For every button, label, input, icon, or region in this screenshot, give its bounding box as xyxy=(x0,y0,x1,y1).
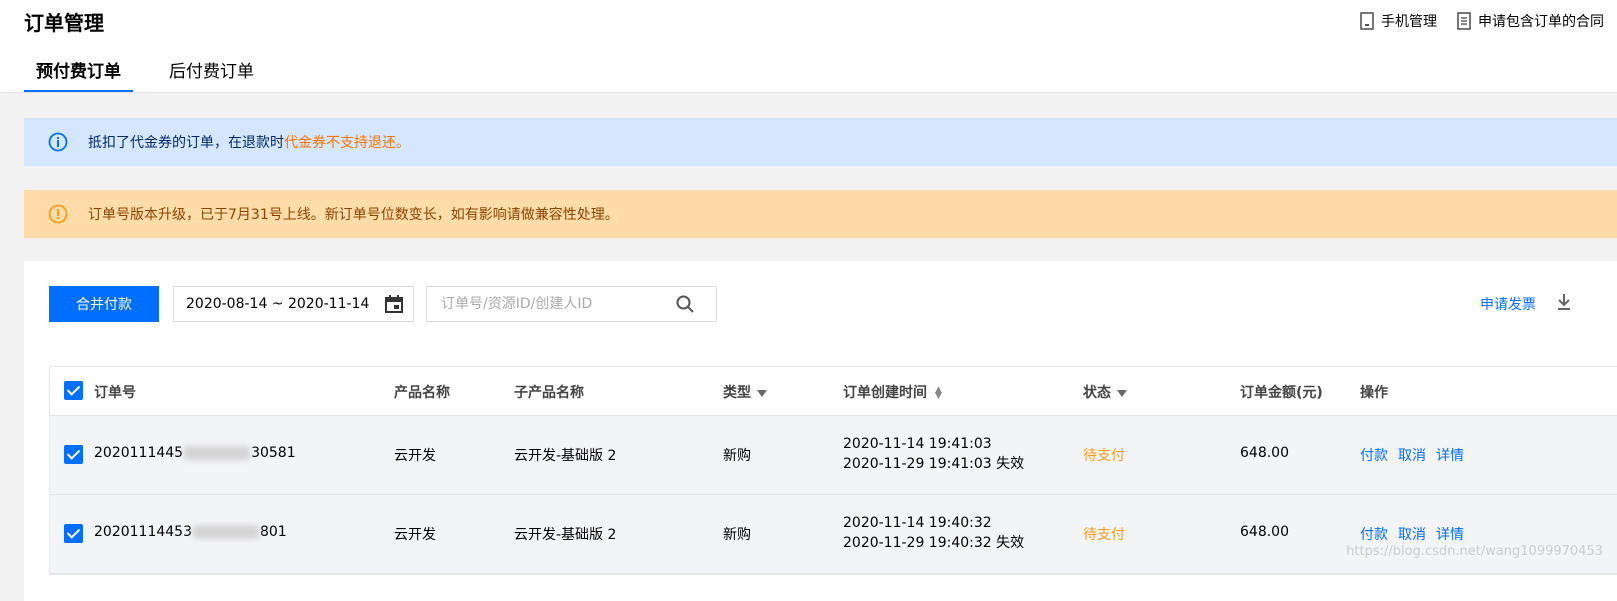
info-icon xyxy=(48,132,68,152)
product-name: 云开发 xyxy=(394,448,436,464)
created-time: 2020-11-14 19:40:32 2020-11-29 19:40:32 … xyxy=(843,513,1024,553)
order-id-prefix: 2020111445 xyxy=(94,445,184,461)
search-box xyxy=(426,286,717,322)
col-actions: 操作 xyxy=(1360,385,1388,401)
pay-link[interactable]: 付款 xyxy=(1360,527,1388,543)
order-id-suffix: 30581 xyxy=(251,445,296,461)
top-bar: 订单管理 手机管理 申请包含订单的合同 预付费订单 后付费订单 xyxy=(0,0,1617,93)
col-product: 产品名称 xyxy=(394,385,450,401)
tab-prepaid[interactable]: 预付费订单 xyxy=(24,58,133,92)
redacted-mask xyxy=(192,525,259,539)
cancel-link[interactable]: 取消 xyxy=(1398,448,1426,464)
warning-icon xyxy=(48,204,68,224)
merge-pay-button[interactable]: 合并付款 xyxy=(49,286,159,322)
order-type: 新购 xyxy=(723,527,751,543)
select-all-checkbox[interactable] xyxy=(64,381,83,400)
redacted-mask xyxy=(184,446,251,460)
apply-contract-link[interactable]: 申请包含订单的合同 xyxy=(1457,11,1604,31)
order-id: 2020111445 30581 xyxy=(94,445,296,461)
apply-contract-label: 申请包含订单的合同 xyxy=(1478,14,1604,30)
expires-at: 2020-11-29 19:41:03 失效 xyxy=(843,456,1025,472)
subproduct-name: 云开发-基础版 2 xyxy=(514,448,617,464)
row-checkbox[interactable] xyxy=(64,524,83,543)
apply-invoice-link[interactable]: 申请发票 xyxy=(1480,294,1536,314)
tab-postpaid[interactable]: 后付费订单 xyxy=(157,58,266,92)
col-status-label: 状态 xyxy=(1083,385,1111,401)
detail-link[interactable]: 详情 xyxy=(1436,448,1464,464)
col-status[interactable]: 状态 xyxy=(1083,382,1127,402)
order-tabs: 预付费订单 后付费订单 xyxy=(24,58,290,92)
col-created-label: 订单创建时间 xyxy=(843,385,927,401)
warning-notice: 订单号版本升级，已于7月31号上线。新订单号位数变长，如有影响请做兼容性处理。 xyxy=(24,190,1617,238)
date-range-picker[interactable]: 2020-08-14 ~ 2020-11-14 xyxy=(173,286,414,322)
row-actions: 付款 取消 详情 xyxy=(1360,524,1474,544)
col-type-label: 类型 xyxy=(723,385,751,401)
date-range-value: 2020-08-14 ~ 2020-11-14 xyxy=(186,296,370,312)
warning-notice-text: 订单号版本升级，已于7月31号上线。新订单号位数变长，如有影响请做兼容性处理。 xyxy=(88,207,619,223)
pay-link[interactable]: 付款 xyxy=(1360,448,1388,464)
created-at: 2020-11-14 19:40:32 xyxy=(843,515,992,531)
col-order-id: 订单号 xyxy=(94,385,136,401)
status-text: 待支付 xyxy=(1083,448,1125,464)
cancel-link[interactable]: 取消 xyxy=(1398,527,1426,543)
order-amount: 648.00 xyxy=(1240,445,1289,461)
filter-icon[interactable] xyxy=(757,389,767,397)
created-at: 2020-11-14 19:41:03 xyxy=(843,436,992,452)
calendar-icon xyxy=(385,295,403,313)
subproduct-name: 云开发-基础版 2 xyxy=(514,527,617,543)
header-actions: 手机管理 申请包含订单的合同 xyxy=(1360,11,1617,31)
order-id-suffix: 801 xyxy=(259,524,287,540)
search-icon[interactable] xyxy=(676,295,694,313)
phone-manage-label: 手机管理 xyxy=(1381,14,1437,30)
order-amount: 648.00 xyxy=(1240,524,1289,540)
filter-icon[interactable] xyxy=(1117,389,1127,397)
phone-manage-link[interactable]: 手机管理 xyxy=(1360,11,1437,31)
status-text: 待支付 xyxy=(1083,527,1125,543)
info-notice-text: 抵扣了代金券的订单，在退款时 xyxy=(88,135,284,151)
sort-icon[interactable]: ▲ ▼ xyxy=(935,386,942,401)
product-name: 云开发 xyxy=(394,527,436,543)
row-checkbox[interactable] xyxy=(64,445,83,464)
page-title: 订单管理 xyxy=(24,11,104,35)
detail-link[interactable]: 详情 xyxy=(1436,527,1464,543)
phone-icon xyxy=(1360,12,1374,30)
download-icon[interactable] xyxy=(1556,293,1572,311)
col-created[interactable]: 订单创建时间 ▲ ▼ xyxy=(843,382,942,402)
created-time: 2020-11-14 19:41:03 2020-11-29 19:41:03 … xyxy=(843,434,1024,474)
col-amount: 订单金额(元) xyxy=(1240,385,1323,401)
search-input[interactable] xyxy=(439,295,673,313)
table-row: 2020111445 30581 云开发 云开发-基础版 2 新购 2020-11… xyxy=(50,416,1617,495)
row-actions: 付款 取消 详情 xyxy=(1360,445,1474,465)
table-row: 20201114453 801 云开发 云开发-基础版 2 新购 2020-11-… xyxy=(50,495,1617,574)
col-subproduct: 子产品名称 xyxy=(514,385,584,401)
expires-at: 2020-11-29 19:40:32 失效 xyxy=(843,535,1025,551)
document-icon xyxy=(1457,12,1471,30)
col-type[interactable]: 类型 xyxy=(723,382,767,402)
table-header: 订单号 产品名称 子产品名称 类型 订单创建时间 ▲ ▼ 状态 订单金额(元) 操作 xyxy=(50,367,1617,416)
order-id-prefix: 20201114453 xyxy=(94,524,192,540)
order-type: 新购 xyxy=(723,448,751,464)
watermark: https://blog.csdn.net/wang1099970453 xyxy=(1346,544,1603,559)
order-id: 20201114453 801 xyxy=(94,524,287,540)
info-notice-highlight: 代金券不支持退还。 xyxy=(284,135,410,151)
info-notice: 抵扣了代金券的订单，在退款时 代金券不支持退还。 xyxy=(24,118,1617,166)
